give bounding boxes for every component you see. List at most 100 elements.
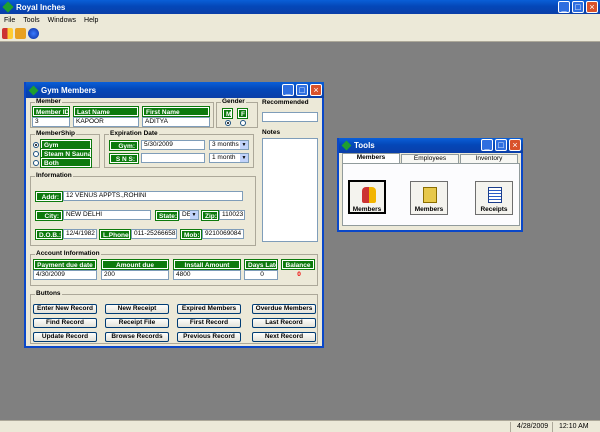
members-icon bbox=[362, 187, 376, 203]
toolbar bbox=[0, 26, 600, 42]
previous-record-button[interactable]: Previous Record bbox=[177, 332, 241, 342]
tools-close-button[interactable]: × bbox=[509, 139, 521, 151]
globe-toolbar-icon[interactable] bbox=[28, 28, 39, 39]
status-bar: 4/28/2009 12:10 AM bbox=[0, 420, 600, 432]
gym-members-window: Gym Members _ □ × Member Member ID 3 Las… bbox=[24, 82, 324, 348]
receipt-file-button[interactable]: Receipt File bbox=[105, 318, 169, 328]
sns-expiration-field[interactable] bbox=[141, 153, 205, 163]
gym-icon bbox=[28, 85, 39, 95]
menu-windows[interactable]: Windows bbox=[44, 17, 80, 24]
member-id-label: Member ID bbox=[32, 106, 70, 117]
app-close-button[interactable]: × bbox=[586, 1, 598, 13]
update-record-button[interactable]: Update Record bbox=[33, 332, 97, 342]
gym-date-label: Gym: bbox=[109, 140, 139, 151]
new-receipt-button[interactable]: New Receipt bbox=[105, 304, 169, 314]
overdue-members-button[interactable]: Overdue Members bbox=[252, 304, 316, 314]
membership-sns-radio[interactable]: Steam N Sauna bbox=[33, 148, 92, 159]
members-toolbar-icon[interactable] bbox=[2, 28, 13, 39]
last-name-field[interactable]: KAPOOR bbox=[73, 117, 139, 127]
last-record-button[interactable]: Last Record bbox=[252, 318, 316, 328]
information-label: Information bbox=[35, 172, 73, 179]
app-title-bar: Royal Inches bbox=[0, 0, 600, 14]
city-field[interactable]: NEW DELHI bbox=[63, 210, 151, 220]
account-label: Account Information bbox=[35, 250, 101, 257]
amount-due-field[interactable]: 200 bbox=[101, 270, 169, 280]
chevron-down-icon: ▼ bbox=[240, 141, 248, 149]
members-file-tool-button[interactable]: Members bbox=[410, 181, 448, 215]
gender-m-label: M bbox=[222, 108, 233, 119]
payment-due-field[interactable]: 4/30/2009 bbox=[33, 270, 97, 280]
addr-field[interactable]: 12 VENUS APPTS.,ROHINI bbox=[63, 191, 243, 201]
dob-label: D.O.B.: bbox=[35, 229, 63, 240]
state-select[interactable]: DE ▼ bbox=[179, 210, 199, 220]
gym-minimize-button[interactable]: _ bbox=[282, 84, 294, 96]
receipts-tool-button[interactable]: Receipts bbox=[475, 181, 513, 215]
lphone-field[interactable]: 011-25266658 bbox=[131, 229, 177, 239]
receipts-tool-label: Receipts bbox=[480, 206, 508, 213]
first-record-button[interactable]: First Record bbox=[177, 318, 241, 328]
gym-maximize-button[interactable]: □ bbox=[296, 84, 308, 96]
install-amount-label: Install Amount bbox=[173, 259, 241, 270]
app-maximize-button[interactable]: □ bbox=[572, 1, 584, 13]
enter-new-record-button[interactable]: Enter New Record bbox=[33, 304, 97, 314]
install-amount-field[interactable]: 4800 bbox=[173, 270, 241, 280]
sns-date-label: S N S: bbox=[109, 153, 139, 164]
dob-field[interactable]: 12/4/1982 bbox=[63, 229, 97, 239]
tools-minimize-button[interactable]: _ bbox=[481, 139, 493, 151]
membership-both-radio[interactable]: Both bbox=[33, 157, 92, 168]
chevron-down-icon: ▼ bbox=[190, 211, 198, 219]
gym-members-title-bar: Gym Members bbox=[26, 82, 324, 98]
receipt-toolbar-icon[interactable] bbox=[15, 28, 26, 39]
expired-members-button[interactable]: Expired Members bbox=[177, 304, 241, 314]
menu-help[interactable]: Help bbox=[80, 17, 102, 24]
member-group-label: Member bbox=[35, 98, 62, 105]
menu-bar: File Tools Windows Help bbox=[0, 14, 600, 26]
gender-m-radio[interactable] bbox=[225, 120, 231, 126]
tab-employees[interactable]: Employees bbox=[401, 154, 459, 163]
addr-label: Addr: bbox=[35, 191, 63, 202]
gym-close-button[interactable]: × bbox=[310, 84, 322, 96]
expiration-label: Expiration Date bbox=[109, 130, 159, 137]
membership-both-label: Both bbox=[40, 157, 92, 168]
next-record-button[interactable]: Next Record bbox=[252, 332, 316, 342]
sns-period-value: 1 month bbox=[212, 154, 236, 161]
sns-period-select[interactable]: 1 month ▼ bbox=[209, 153, 249, 163]
zip-label: Zip: bbox=[201, 210, 219, 221]
balance-label: Balance bbox=[281, 259, 315, 270]
lphone-label: L.Phone: bbox=[99, 229, 131, 240]
browse-records-button[interactable]: Browse Records bbox=[105, 332, 169, 342]
gender-f-radio[interactable] bbox=[240, 120, 246, 126]
first-name-field[interactable]: ADITYA bbox=[142, 117, 210, 127]
mob-label: Mob: bbox=[180, 229, 202, 240]
buttons-label: Buttons bbox=[35, 290, 62, 297]
status-time: 12:10 AM bbox=[552, 422, 600, 432]
notes-field[interactable] bbox=[262, 138, 318, 242]
zip-field[interactable]: 110023 bbox=[219, 210, 245, 220]
app-icon bbox=[2, 1, 14, 13]
gender-f-label: F bbox=[237, 108, 248, 119]
gym-period-select[interactable]: 3 months ▼ bbox=[209, 140, 249, 150]
gym-expiration-field[interactable]: 5/30/2009 bbox=[141, 140, 205, 150]
members-file-tool-label: Members bbox=[414, 206, 444, 213]
tools-window: Tools _ □ × Members Employees Inventory … bbox=[337, 138, 523, 232]
days-late-field[interactable]: 0 bbox=[244, 270, 278, 280]
app-minimize-button[interactable]: _ bbox=[558, 1, 570, 13]
menu-file[interactable]: File bbox=[0, 17, 19, 24]
membership-gym-label: Gym bbox=[40, 139, 92, 150]
days-late-label: Days Late bbox=[244, 259, 278, 270]
members-tool-button[interactable]: Members bbox=[348, 180, 386, 214]
status-date: 4/28/2009 bbox=[510, 422, 552, 432]
recommended-label: Recommended bbox=[262, 99, 309, 106]
find-record-button[interactable]: Find Record bbox=[33, 318, 97, 328]
tab-members[interactable]: Members bbox=[342, 153, 400, 163]
tab-inventory[interactable]: Inventory bbox=[460, 154, 518, 163]
membership-sns-label: Steam N Sauna bbox=[40, 148, 92, 159]
recommended-field[interactable] bbox=[262, 112, 318, 122]
folder-icon bbox=[423, 187, 437, 203]
state-label: State: bbox=[155, 210, 179, 221]
membership-gym-radio[interactable]: Gym bbox=[33, 139, 92, 150]
menu-tools[interactable]: Tools bbox=[19, 17, 43, 24]
member-id-field[interactable]: 3 bbox=[32, 117, 70, 127]
mob-field[interactable]: 9210069084 bbox=[202, 229, 244, 239]
tools-maximize-button[interactable]: □ bbox=[495, 139, 507, 151]
